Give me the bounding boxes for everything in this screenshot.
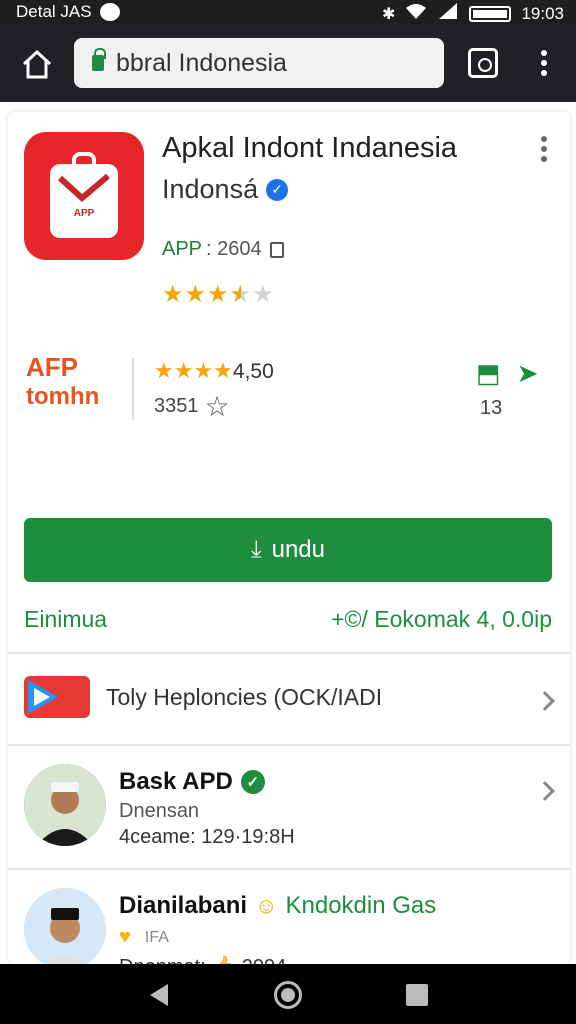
shopping-bag-icon: APP <box>50 152 118 238</box>
related-label: Toly Heploncies (OCK/IADI <box>106 684 383 710</box>
info-row: Einimua +©/ Eokomak 4, 0.0ip <box>24 606 552 633</box>
star-outline-icon: ☆ <box>204 391 230 422</box>
chevron-right-icon <box>535 781 555 801</box>
meta-text: : 2604 <box>206 238 262 260</box>
play-logo-icon <box>24 676 90 718</box>
status-time: 19:03 <box>521 3 564 23</box>
meta-prefix: APP <box>162 238 203 260</box>
developer-name: Indonsá <box>162 174 259 204</box>
list-item-tag: Kndokdin Gas <box>285 892 437 919</box>
app-title: Apkal Indont Indanesia <box>162 132 458 164</box>
list-item-meta: 4ceame: 129·19:8H <box>119 826 295 848</box>
divider <box>8 744 570 746</box>
menu-icon[interactable] <box>540 50 548 80</box>
star-icon: ★ <box>252 281 275 308</box>
wifi-icon <box>405 2 427 25</box>
avatar <box>24 888 106 970</box>
home-button-icon[interactable] <box>274 981 302 1009</box>
downloads-stat: ⬒ ➤ 13 <box>476 358 546 420</box>
review-count: 3351 <box>154 395 199 417</box>
rating-value: 4,50 <box>232 360 274 383</box>
share-icon <box>269 241 284 258</box>
list-item-name: Dianilabani ☺ Kndokdin Gas <box>119 892 436 920</box>
emoji-icon: ☺ <box>255 893 278 918</box>
signal-icon <box>437 2 459 25</box>
install-label: undu <box>271 536 325 563</box>
back-icon[interactable] <box>150 984 168 1006</box>
install-button[interactable]: ⤓ undu <box>24 518 552 582</box>
list-item[interactable]: Bask APD ✓ Dnensan 4ceame: 129·19:8H <box>8 748 570 868</box>
chevron-right-icon <box>535 691 555 711</box>
notification-icon <box>99 3 120 21</box>
list-item-title: Bask APD <box>119 768 233 795</box>
app-details-card: APP Apkal Indont Indanesia Indonsá ✓ APP… <box>8 112 570 978</box>
list-item-subtitle: Dnensan <box>119 800 200 822</box>
app-meta: APP : 2604 <box>162 238 284 261</box>
url-bar[interactable]: bbral Indonesia <box>74 38 444 88</box>
brand-stat: AFP tomhn <box>26 352 99 412</box>
verified-icon: ✓ <box>266 178 289 201</box>
tabs-icon[interactable] <box>468 48 498 78</box>
related-apps-row[interactable]: Toly Heploncies (OCK/IADI <box>8 656 570 744</box>
star-icon: ★ <box>184 281 208 308</box>
system-nav-bar <box>0 964 576 1024</box>
star-icon: ★ <box>207 281 230 308</box>
rating-stars-small: ★★★★ <box>154 358 233 383</box>
app-icon-label: APP <box>73 208 95 219</box>
browser-toolbar: bbral Indonesia <box>0 26 576 102</box>
bluetooth-icon: ✱ <box>382 5 396 23</box>
brand-line-2: tomhn <box>26 383 100 410</box>
developer-row[interactable]: Indonsá ✓ <box>162 174 289 205</box>
app-icon: APP <box>24 132 144 260</box>
status-bar: Detal JAS ✱ 19:03 <box>0 0 576 26</box>
lock-icon <box>92 48 106 71</box>
divider <box>132 358 134 420</box>
battery-icon <box>469 5 512 22</box>
star-icon: ★ <box>162 281 185 308</box>
divider <box>8 868 570 870</box>
url-text: bbral Indonesia <box>116 48 287 77</box>
rating-stat: ★★★★4,50 3351 ☆ <box>154 358 274 423</box>
list-item-subtitle-text: IFA <box>144 928 169 946</box>
play-icon: ➤ <box>516 358 539 388</box>
list-item-subtitle: ♥ IFA <box>119 926 169 949</box>
star-icon: ★ <box>229 281 253 308</box>
more-options-icon[interactable] <box>540 136 548 166</box>
info-left[interactable]: Einimua <box>24 606 107 633</box>
avatar <box>24 764 106 846</box>
rating-stars: ★★★★★ <box>162 280 275 309</box>
divider <box>8 652 570 654</box>
verified-check-icon: ✓ <box>240 770 265 794</box>
home-icon[interactable] <box>20 48 54 82</box>
status-left-text: Detal JAS <box>16 2 92 21</box>
info-right: +©/ Eokomak 4, 0.0ip <box>331 606 552 632</box>
brand-line-1: AFP <box>26 352 78 382</box>
download-arrow-icon: ⤓ <box>251 536 262 563</box>
heart-icon: ♥ <box>119 926 131 948</box>
download-icon: ⬒ <box>476 358 501 388</box>
recents-icon[interactable] <box>406 984 428 1006</box>
list-item-name: Bask APD ✓ <box>119 768 265 796</box>
downloads-count: 13 <box>480 397 503 419</box>
list-item-title: Dianilabani <box>119 892 248 919</box>
